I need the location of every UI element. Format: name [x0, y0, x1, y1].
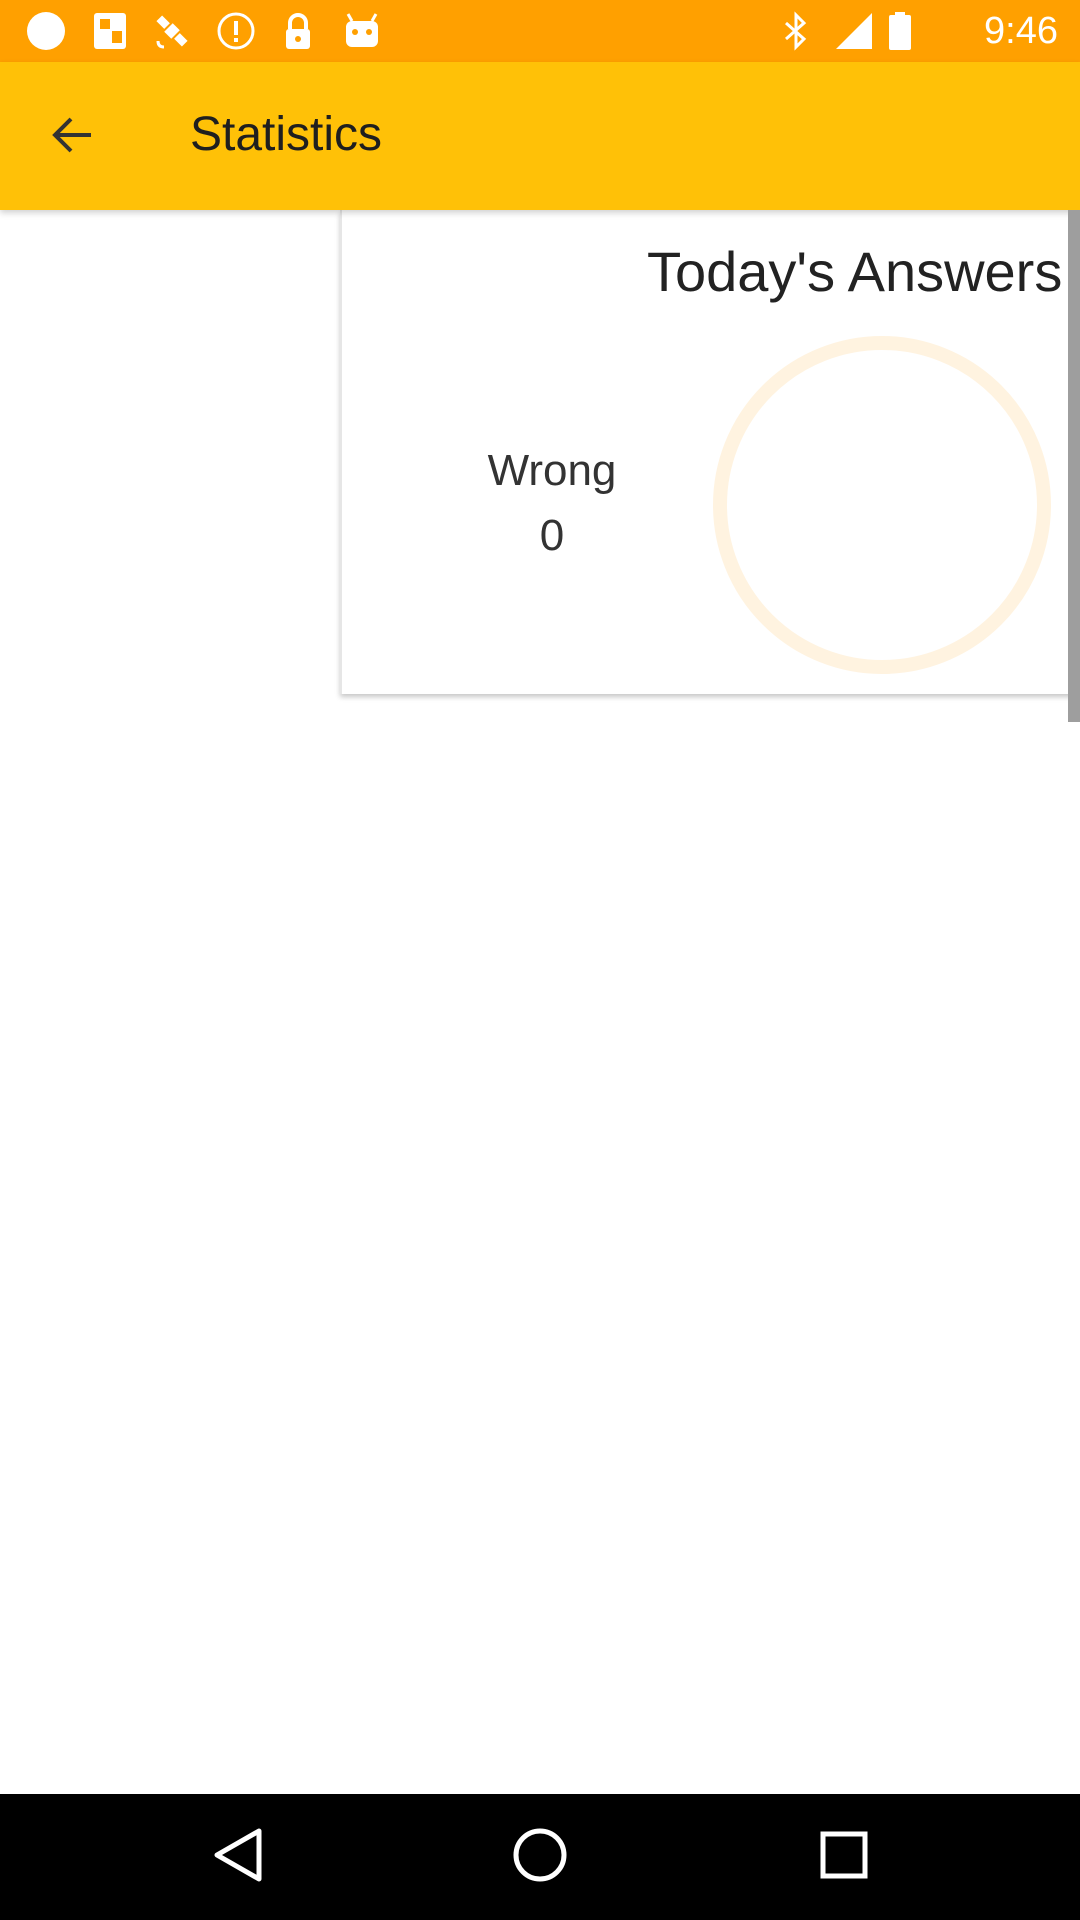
nav-recents-button[interactable]	[806, 1819, 882, 1895]
screen: 9:46 Statistics Today's Answers Wrong 0	[0, 0, 1080, 1920]
status-bar: 9:46	[0, 0, 1080, 62]
todays-answers-card: Today's Answers Wrong 0	[340, 210, 1080, 694]
legend-value-wrong: 0	[539, 511, 565, 560]
back-button[interactable]	[32, 102, 114, 172]
circle-icon	[26, 11, 66, 51]
status-time: 9:46	[984, 10, 1058, 52]
lock-icon	[278, 11, 318, 51]
donut-ring	[713, 336, 1051, 674]
nav-bar	[0, 1794, 1080, 1920]
app-bar: Statistics	[0, 62, 1080, 210]
page-title: Statistics	[190, 108, 383, 161]
arrow-left-icon	[49, 111, 97, 164]
recents-square-icon	[819, 1830, 869, 1885]
home-circle-icon	[512, 1827, 568, 1888]
satellite-icon	[152, 11, 192, 51]
android-icon	[342, 11, 382, 51]
card-title: Today's Answers	[647, 240, 1063, 303]
scrollbar[interactable]	[1068, 210, 1080, 722]
battery-icon	[888, 11, 912, 51]
back-triangle-icon	[211, 1827, 265, 1888]
legend-label-wrong: Wrong	[487, 446, 617, 495]
nav-home-button[interactable]	[502, 1819, 578, 1895]
nav-back-button[interactable]	[200, 1819, 276, 1895]
signal-icon	[834, 11, 874, 51]
fake-gps-icon	[90, 11, 130, 51]
bluetooth-icon	[776, 11, 816, 51]
info-circle-icon	[216, 11, 256, 51]
donut-chart	[713, 336, 1051, 674]
